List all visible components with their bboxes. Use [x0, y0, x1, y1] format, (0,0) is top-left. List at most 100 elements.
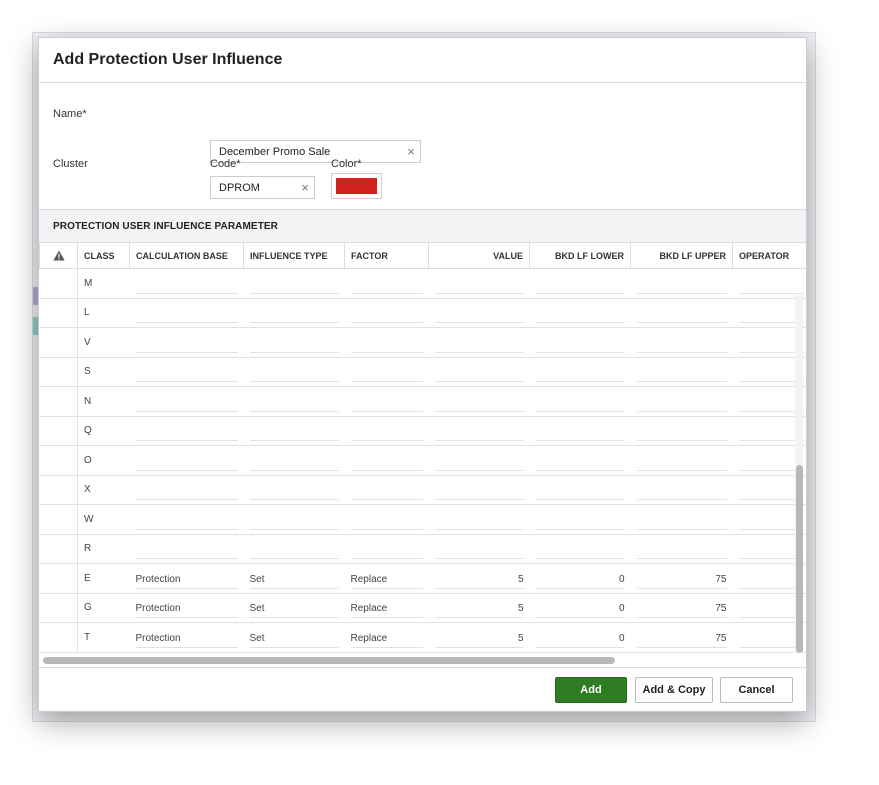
cell-calculation-base-value[interactable]: [135, 395, 238, 412]
add-button[interactable]: Add: [555, 677, 627, 703]
cell-influence-type[interactable]: [243, 268, 345, 299]
clear-name-icon[interactable]: ×: [402, 145, 420, 158]
cell-bkd-lf-lower-value[interactable]: [535, 513, 625, 530]
cell-bkd-lf-lower[interactable]: [529, 268, 631, 299]
cell-value[interactable]: 5: [428, 593, 530, 623]
cell-calculation-base[interactable]: [129, 416, 244, 446]
cell-influence-type-value[interactable]: [249, 513, 339, 530]
cell-influence-type[interactable]: [243, 386, 345, 417]
cell-value-value[interactable]: [434, 424, 524, 442]
cell-bkd-lf-upper[interactable]: [630, 445, 733, 476]
cell-factor[interactable]: [344, 298, 429, 328]
cell-bkd-lf-lower-value[interactable]: [535, 424, 625, 442]
cell-bkd-lf-lower-value[interactable]: [535, 395, 625, 412]
cell-influence-type[interactable]: [243, 327, 345, 358]
cell-value[interactable]: 5: [428, 563, 530, 594]
cell-factor[interactable]: [344, 416, 429, 446]
table-row[interactable]: M: [39, 268, 806, 299]
column-header-bkd-lf-upper[interactable]: BKD LF UPPER: [630, 243, 733, 269]
cell-factor[interactable]: [344, 475, 429, 505]
cell-value-value[interactable]: [434, 365, 524, 383]
cell-operator-value[interactable]: [738, 631, 804, 648]
column-header-influence-type[interactable]: INFLUENCE TYPE: [243, 243, 345, 269]
cell-bkd-lf-upper-value[interactable]: [636, 542, 727, 560]
cell-bkd-lf-lower-value[interactable]: [535, 483, 625, 501]
cell-value[interactable]: [428, 298, 530, 328]
cell-influence-type-value[interactable]: [249, 365, 339, 383]
cell-value[interactable]: 5: [428, 622, 530, 653]
cell-operator-value[interactable]: [738, 395, 804, 412]
cell-bkd-lf-upper-value[interactable]: [636, 454, 727, 471]
color-swatch[interactable]: [336, 178, 377, 194]
cell-bkd-lf-upper[interactable]: [630, 416, 733, 446]
cell-factor-value[interactable]: [350, 336, 423, 353]
cell-bkd-lf-upper[interactable]: [630, 504, 733, 535]
cell-bkd-lf-upper-value[interactable]: [636, 365, 727, 383]
cell-factor-value[interactable]: Replace: [350, 601, 423, 619]
cell-factor-value[interactable]: Replace: [350, 631, 423, 648]
cell-influence-type[interactable]: Set: [243, 563, 345, 594]
cell-influence-type-value[interactable]: [249, 277, 339, 294]
cell-bkd-lf-lower-value[interactable]: 0: [535, 572, 625, 589]
table-row[interactable]: X: [39, 475, 806, 505]
cell-factor[interactable]: [344, 268, 429, 299]
cell-bkd-lf-lower[interactable]: [529, 534, 631, 564]
column-header-calculation-base[interactable]: CALCULATION BASE: [129, 243, 244, 269]
cell-operator-value[interactable]: [738, 454, 804, 471]
cell-value[interactable]: [428, 327, 530, 358]
cell-bkd-lf-lower[interactable]: [529, 504, 631, 535]
cell-bkd-lf-upper-value[interactable]: [636, 483, 727, 501]
cell-factor[interactable]: [344, 534, 429, 564]
cell-value[interactable]: [428, 268, 530, 299]
cancel-button[interactable]: Cancel: [720, 677, 793, 703]
cell-value-value[interactable]: [434, 336, 524, 353]
cell-calculation-base[interactable]: [129, 534, 244, 564]
cell-influence-type[interactable]: [243, 416, 345, 446]
column-header-value[interactable]: VALUE: [428, 243, 530, 269]
cell-influence-type[interactable]: Set: [243, 593, 345, 623]
cell-influence-type-value[interactable]: [249, 542, 339, 560]
cell-factor-value[interactable]: [350, 513, 423, 530]
cell-bkd-lf-lower-value[interactable]: [535, 365, 625, 383]
cell-bkd-lf-upper[interactable]: [630, 327, 733, 358]
cell-bkd-lf-lower-value[interactable]: 0: [535, 631, 625, 648]
cell-factor[interactable]: [344, 357, 429, 387]
cell-value-value[interactable]: [434, 395, 524, 412]
cell-influence-type[interactable]: Set: [243, 622, 345, 653]
cell-calculation-base-value[interactable]: [135, 483, 238, 501]
cell-calculation-base-value[interactable]: Protection: [135, 572, 238, 589]
cell-calculation-base[interactable]: [129, 475, 244, 505]
cell-bkd-lf-lower[interactable]: 0: [529, 563, 631, 594]
cell-factor[interactable]: Replace: [344, 622, 429, 653]
horizontal-scrollbar-thumb[interactable]: [43, 657, 615, 664]
cell-value-value[interactable]: 5: [434, 601, 524, 619]
table-row[interactable]: L: [39, 298, 806, 328]
cell-bkd-lf-upper-value[interactable]: [636, 424, 727, 442]
cell-factor-value[interactable]: [350, 395, 423, 412]
cell-influence-type[interactable]: [243, 445, 345, 476]
vertical-scrollbar-thumb[interactable]: [796, 465, 803, 653]
cell-influence-type-value[interactable]: Set: [249, 572, 339, 589]
cell-value[interactable]: [428, 475, 530, 505]
cell-factor-value[interactable]: [350, 306, 423, 324]
cell-factor-value[interactable]: [350, 277, 423, 294]
cell-influence-type-value[interactable]: Set: [249, 601, 339, 619]
cell-calculation-base-value[interactable]: [135, 542, 238, 560]
cell-bkd-lf-lower-value[interactable]: 0: [535, 601, 625, 619]
cell-bkd-lf-lower-value[interactable]: [535, 306, 625, 324]
cell-operator-value[interactable]: [738, 601, 804, 619]
cell-factor[interactable]: Replace: [344, 593, 429, 623]
cell-calculation-base-value[interactable]: [135, 454, 238, 471]
cell-value[interactable]: [428, 445, 530, 476]
cell-calculation-base-value[interactable]: [135, 365, 238, 383]
cell-calculation-base[interactable]: Protection: [129, 593, 244, 623]
cell-bkd-lf-upper-value[interactable]: 75: [636, 631, 727, 648]
cell-bkd-lf-upper-value[interactable]: [636, 306, 727, 324]
cell-calculation-base-value[interactable]: Protection: [135, 631, 238, 648]
add-and-copy-button[interactable]: Add & Copy: [635, 677, 713, 703]
cell-calculation-base[interactable]: [129, 445, 244, 476]
cell-influence-type[interactable]: [243, 357, 345, 387]
cell-value[interactable]: [428, 534, 530, 564]
name-field[interactable]: ×: [210, 140, 421, 163]
cell-bkd-lf-upper-value[interactable]: [636, 277, 727, 294]
